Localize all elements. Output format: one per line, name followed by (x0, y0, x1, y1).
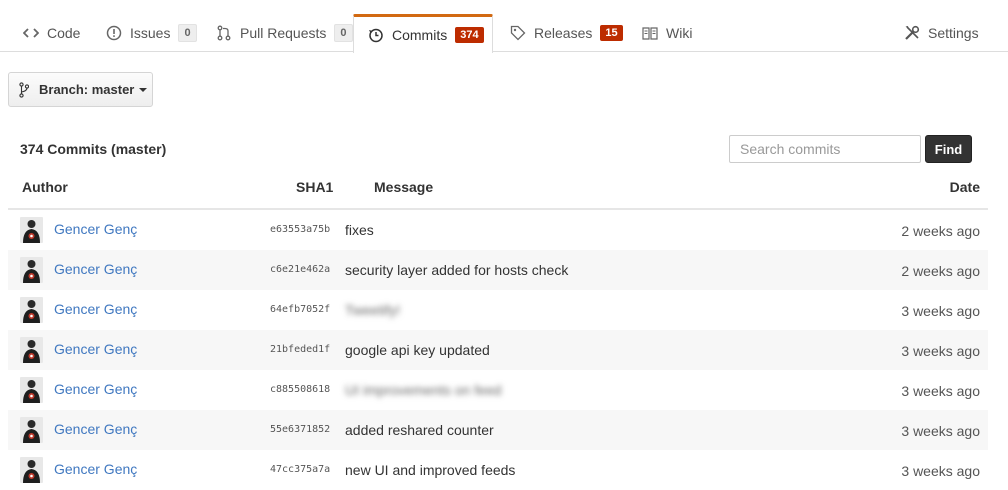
tab-pull-requests-label: Pull Requests (240, 25, 327, 41)
commit-message-link[interactable]: fixes (345, 222, 374, 238)
commit-message-link[interactable]: added reshared counter (345, 422, 494, 438)
commit-row: Gencer Genç e63553a75b fixes 2 weeks ago (8, 210, 988, 250)
commit-message-link[interactable]: google api key updated (345, 342, 490, 358)
commit-sha-link[interactable]: 55e6371852 (270, 424, 330, 435)
commit-author-link[interactable]: Gencer Genç (54, 301, 137, 317)
commit-sha-link[interactable]: c6e21e462a (270, 264, 330, 275)
column-header-author: Author (22, 179, 68, 195)
commit-sha-link[interactable]: c885508618 (270, 384, 330, 395)
avatar[interactable] (20, 257, 43, 283)
search-commits-input[interactable] (729, 135, 921, 163)
commit-row: Gencer Genç c885508618 UI improvements o… (8, 370, 988, 410)
tab-wiki[interactable]: Wiki (642, 14, 692, 52)
avatar-image (20, 417, 43, 443)
commit-message-link[interactable]: new UI and improved feeds (345, 462, 515, 478)
column-header-date: Date (949, 179, 980, 195)
commit-date: 3 weeks ago (901, 463, 980, 479)
commit-date: 3 weeks ago (901, 303, 980, 319)
avatar-image (20, 377, 43, 403)
commit-sha-link[interactable]: 21bfeded1f (270, 344, 330, 355)
repo-tab-bar: Code Issues 0 Pull Requests 0 Commits 37… (0, 0, 1008, 53)
tab-settings-label: Settings (928, 25, 979, 41)
avatar-image (20, 297, 43, 323)
avatar-image (20, 337, 43, 363)
commit-date: 2 weeks ago (901, 223, 980, 239)
commit-row: Gencer Genç c6e21e462a security layer ad… (8, 250, 988, 290)
tab-issues[interactable]: Issues 0 (106, 14, 197, 52)
avatar[interactable] (20, 297, 43, 323)
tab-issues-label: Issues (130, 25, 171, 41)
tab-wiki-label: Wiki (666, 25, 693, 41)
commit-author-link[interactable]: Gencer Genç (54, 461, 137, 477)
avatar[interactable] (20, 337, 43, 363)
avatar[interactable] (20, 217, 43, 243)
tools-icon (905, 25, 920, 40)
commit-author-link[interactable]: Gencer Genç (54, 341, 137, 357)
caret-down-icon (139, 87, 148, 92)
branch-label: Branch: master (39, 82, 135, 97)
code-icon (23, 28, 39, 38)
avatar-image (20, 217, 43, 243)
commit-row: Gencer Genç 64efb7052f Tweetify! 3 weeks… (8, 290, 988, 330)
avatar-image (20, 457, 43, 483)
tab-code-label: Code (47, 25, 81, 41)
pull-request-icon (217, 25, 231, 41)
pull-requests-count-badge: 0 (334, 24, 353, 42)
tab-code[interactable]: Code (23, 14, 80, 52)
commits-count-badge: 374 (455, 27, 484, 43)
tab-commits-label: Commits (392, 27, 448, 43)
issues-count-badge: 0 (178, 24, 197, 42)
tab-releases-label: Releases (534, 25, 593, 41)
tag-icon (510, 25, 526, 41)
commit-message-link[interactable]: security layer added for hosts check (345, 262, 568, 278)
avatar[interactable] (20, 417, 43, 443)
commit-row: Gencer Genç 21bfeded1f google api key up… (8, 330, 988, 370)
issue-icon (106, 25, 122, 41)
tab-pull-requests[interactable]: Pull Requests 0 (216, 14, 353, 52)
column-header-sha: SHA1 (296, 179, 334, 195)
history-icon (369, 28, 383, 43)
commit-date: 2 weeks ago (901, 263, 980, 279)
commit-sha-link[interactable]: 64efb7052f (270, 304, 330, 315)
commit-date: 3 weeks ago (901, 383, 980, 399)
commit-author-link[interactable]: Gencer Genç (54, 221, 137, 237)
commit-date: 3 weeks ago (901, 343, 980, 359)
commit-author-link[interactable]: Gencer Genç (54, 381, 137, 397)
commit-date: 3 weeks ago (901, 423, 980, 439)
commit-row: Gencer Genç 47cc375a7a new UI and improv… (8, 450, 988, 490)
releases-count-badge: 15 (600, 25, 623, 41)
commit-message-link[interactable]: UI improvements on feed (345, 382, 501, 398)
tab-commits[interactable]: Commits 374 (353, 14, 493, 53)
branch-select-button[interactable]: Branch: master (8, 72, 153, 107)
book-icon (642, 27, 658, 40)
branch-icon (19, 81, 29, 98)
find-button[interactable]: Find (925, 135, 972, 163)
column-header-message: Message (374, 179, 434, 195)
avatar[interactable] (20, 457, 43, 483)
commit-row: Gencer Genç 55e6371852 added reshared co… (8, 410, 988, 450)
commit-sha-link[interactable]: e63553a75b (270, 224, 330, 235)
tab-releases[interactable]: Releases 15 (510, 14, 623, 52)
commit-author-link[interactable]: Gencer Genç (54, 421, 137, 437)
commit-sha-link[interactable]: 47cc375a7a (270, 464, 330, 475)
tab-settings[interactable]: Settings (904, 14, 979, 52)
avatar[interactable] (20, 377, 43, 403)
commit-author-link[interactable]: Gencer Genç (54, 261, 137, 277)
commit-count-heading: 374 Commits (master) (20, 141, 167, 157)
commit-message-link[interactable]: Tweetify! (345, 302, 400, 318)
avatar-image (20, 257, 43, 283)
